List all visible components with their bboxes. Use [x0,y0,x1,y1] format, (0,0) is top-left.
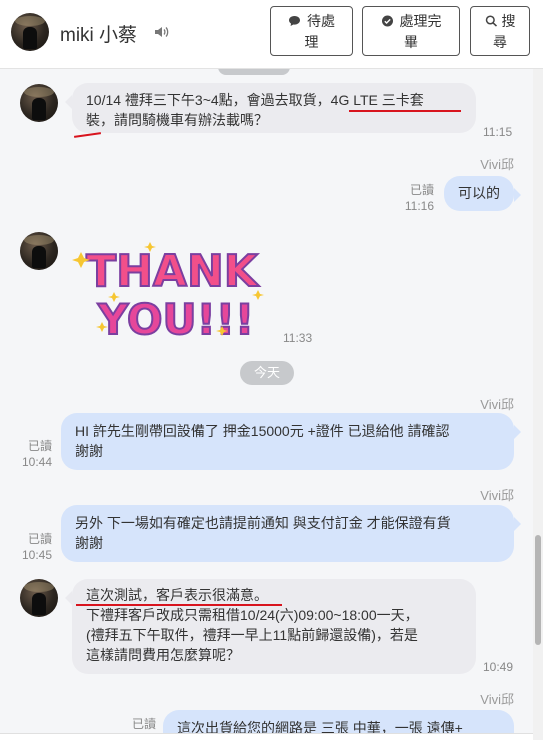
sender-name: Vivi邱 [480,488,514,503]
date-divider: 今天 [240,361,294,385]
sender-name: Vivi邱 [480,397,514,412]
pending-label-2: 理 [304,34,319,50]
read-status: 已讀 [409,183,434,197]
message-bubble[interactable]: 這次測試，客戶表示很滿意。 下禮拜客戶改成只需租借10/24(六)09:00~1… [65,579,476,674]
message-time: 10:44 [21,455,52,469]
message-time: 11:33 [283,331,313,345]
pending-button[interactable]: 待處 理 [270,6,353,56]
message-bubble[interactable]: 另外 下一場如有確定也請提前通知 與支付訂金 才能保證有貨 謝謝 [61,505,521,562]
search-icon [485,15,497,27]
search-label-2: 尋 [493,34,507,50]
check-circle-icon [381,15,393,27]
search-button[interactable]: 搜 尋 [470,6,530,56]
message-line: 謝謝 [75,535,103,551]
done-button[interactable]: 處理完 畢 [362,6,460,56]
done-label-1: 處理完 [399,13,442,29]
message-line: 裝，請問騎機車有辦法載嗎？ [86,112,268,128]
message-line: 這次測試，客戶表示很滿意。 [86,587,268,603]
message-bubble[interactable]: HI 許先生剛帶回設備了 押金15000元 +證件 已退給他 請確認 謝謝 [61,413,521,470]
speaker-icon[interactable] [154,25,170,39]
red-underline [73,132,102,138]
chat-header: miki 小蔡 待處 理 處理完 畢 搜 尋 [0,0,543,69]
sticker-text: THANK [86,246,260,297]
sender-avatar[interactable] [20,232,58,270]
contact-avatar[interactable] [11,13,49,51]
thank-you-sticker[interactable]: THANK YOU!!! [72,234,272,344]
scrollbar-thumb[interactable] [535,535,541,645]
sender-name: Vivi邱 [480,692,514,707]
message-line: HI 許先生剛帶回設備了 押金15000元 +證件 已退給他 請確認 [75,423,450,439]
message-line: 10/14 禮拜三下午3~4點，會過去取貨，4G LTE 三卡套 [86,92,424,108]
sender-avatar[interactable] [20,579,58,617]
message-time: 10:49 [483,660,514,674]
message-line: 謝謝 [75,443,103,459]
message-line: 下禮拜客戶改成只需租借10/24(六)09:00~18:00一天， [86,607,419,623]
read-status: 已讀 [131,717,156,731]
pending-label-1: 待處 [307,13,335,29]
message-time: 11:15 [483,125,513,139]
message-line: (禮拜五下午取件，禮拜一早上11點前歸還設備)，若是 [86,627,418,643]
read-status: 已讀 [27,439,52,453]
contact-name: miki 小蔡 [60,25,138,46]
message-time: 11:16 [404,199,434,213]
message-bubble[interactable]: 可以的 [444,176,521,211]
done-label-2: 畢 [404,34,418,50]
read-status: 已讀 [27,532,52,546]
message-line: 另外 下一場如有確定也請提前通知 與支付訂金 才能保證有貨 [75,515,451,531]
sender-name: Vivi邱 [480,157,514,172]
chat-bubble-icon [289,16,300,26]
scrollbar[interactable] [533,69,543,740]
search-label-1: 搜 [501,13,516,29]
message-bubble[interactable]: 10/14 禮拜三下午3~4點，會過去取貨，4G LTE 三卡套 裝，請問騎機車… [65,83,476,133]
message-time: 10:45 [21,548,52,562]
chat-area[interactable]: 10/14 禮拜三下午3~4點，會過去取貨，4G LTE 三卡套 裝，請問騎機車… [0,69,533,740]
message-line: 這樣請問費用怎麼算呢？ [86,647,240,663]
top-date-pill [218,69,290,75]
red-underline [349,110,461,112]
sticker-text: YOU!!! [97,295,254,344]
red-underline [76,604,282,606]
sender-avatar[interactable] [20,84,58,122]
